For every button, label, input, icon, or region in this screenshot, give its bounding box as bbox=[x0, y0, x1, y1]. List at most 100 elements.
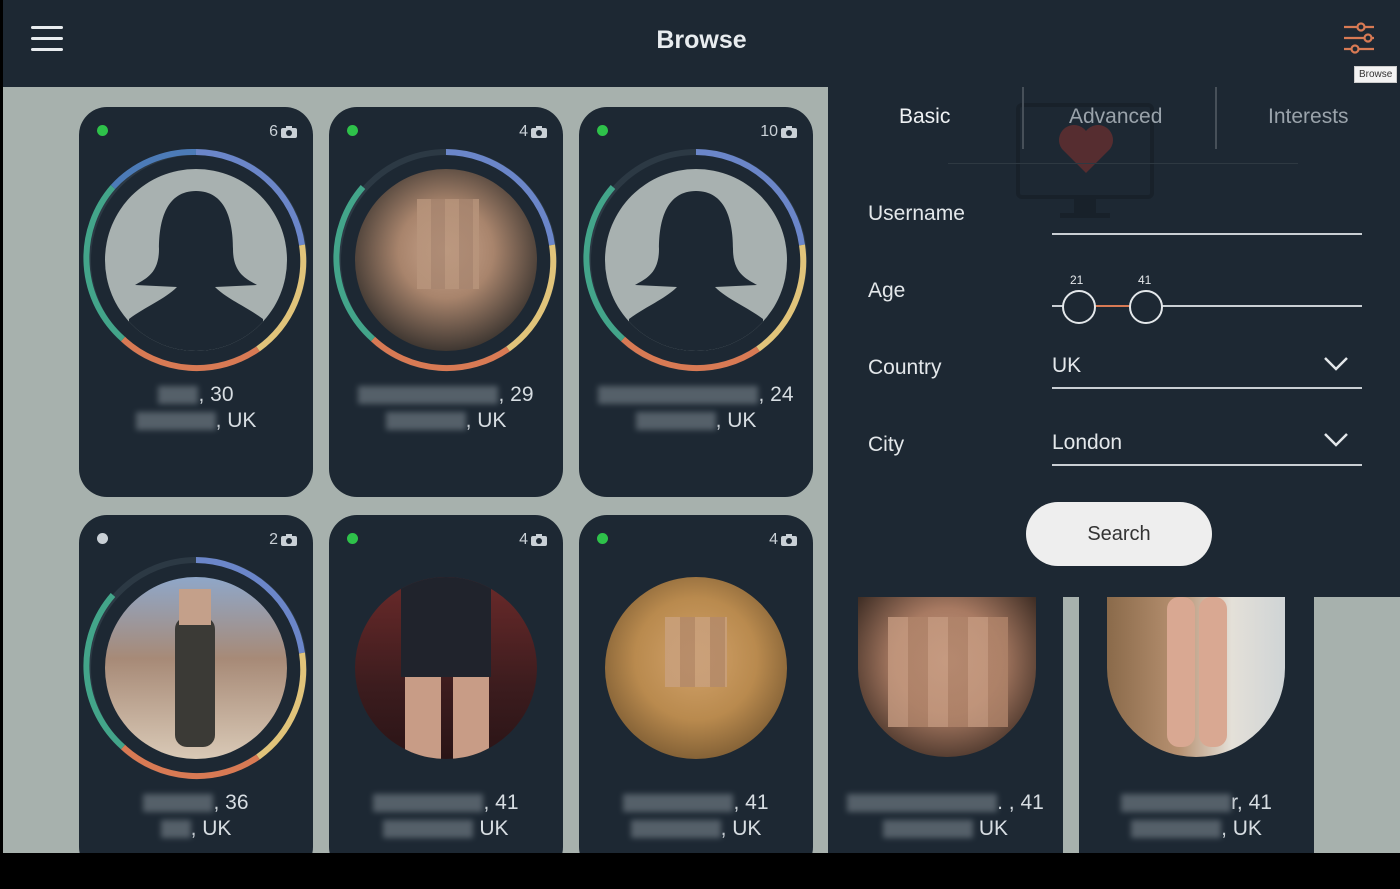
online-status-dot bbox=[97, 125, 108, 136]
age-max-handle[interactable] bbox=[1129, 290, 1163, 324]
profile-age: , 29 bbox=[498, 383, 534, 406]
profile-location: , UK bbox=[79, 817, 313, 841]
chevron-down-icon[interactable] bbox=[1322, 431, 1350, 449]
profile-card[interactable]: . , 41 UK bbox=[828, 597, 1063, 853]
profile-card[interactable]: r, 41 , UK bbox=[1079, 597, 1314, 853]
profile-photo bbox=[355, 577, 537, 759]
profile-country: , UK bbox=[190, 817, 232, 840]
profile-location: , UK bbox=[1079, 817, 1314, 841]
search-button[interactable]: Search bbox=[1026, 502, 1212, 566]
grid-gap bbox=[1063, 597, 1079, 853]
camera-icon bbox=[531, 534, 547, 546]
country-field-underline bbox=[1052, 387, 1362, 389]
profile-name-age: , 30 bbox=[79, 383, 313, 407]
chevron-down-icon[interactable] bbox=[1322, 355, 1350, 373]
profile-location: , UK bbox=[79, 409, 313, 433]
age-label: Age bbox=[868, 279, 906, 302]
profile-location: UK bbox=[828, 817, 1063, 841]
profile-country: , UK bbox=[465, 409, 507, 432]
top-bar: Browse bbox=[3, 0, 1400, 86]
photo-count-value: 4 bbox=[769, 531, 778, 548]
profile-location: UK bbox=[329, 817, 563, 841]
profile-name-age: , 41 bbox=[579, 791, 813, 815]
profile-photo bbox=[105, 577, 287, 759]
profile-grid: 6 , 30 , UK 4 , 29 , UK 10 , 24 , UK 2 ,… bbox=[3, 87, 828, 853]
online-status-dot bbox=[347, 533, 358, 544]
profile-card[interactable]: 4 , 41 UK bbox=[329, 515, 563, 853]
profile-age: r, 41 bbox=[1231, 791, 1272, 814]
tab-divider bbox=[1215, 87, 1217, 149]
city-select[interactable]: London bbox=[1052, 431, 1122, 455]
profile-age: , 36 bbox=[213, 791, 249, 814]
profile-country: , UK bbox=[215, 409, 257, 432]
profile-card[interactable]: 4 , 29 , UK bbox=[329, 107, 563, 497]
filter-sliders-icon[interactable] bbox=[1341, 20, 1377, 56]
profile-age: , 41 bbox=[733, 791, 769, 814]
photo-count-value: 4 bbox=[519, 123, 528, 140]
tab-underline bbox=[948, 163, 1298, 164]
username-label: Username bbox=[868, 202, 965, 225]
profile-photo bbox=[1107, 597, 1285, 757]
age-range-slider[interactable]: 21 41 bbox=[1052, 263, 1362, 324]
age-min-handle[interactable] bbox=[1062, 290, 1096, 324]
photo-count-value: 6 bbox=[269, 123, 278, 140]
profile-photo bbox=[605, 577, 787, 759]
profile-age: , 24 bbox=[758, 383, 794, 406]
profile-name-age: , 36 bbox=[79, 791, 313, 815]
camera-icon bbox=[281, 126, 297, 138]
online-status-dot bbox=[597, 533, 608, 544]
grid-edge bbox=[1314, 597, 1400, 853]
placeholder-avatar-icon bbox=[605, 169, 787, 351]
photo-count: 4 bbox=[769, 531, 797, 549]
tab-basic[interactable]: Basic bbox=[899, 105, 950, 129]
camera-icon bbox=[281, 534, 297, 546]
profile-location: , UK bbox=[579, 817, 813, 841]
age-max-value: 41 bbox=[1138, 273, 1152, 287]
tab-advanced[interactable]: Advanced bbox=[1069, 105, 1162, 129]
filter-tabs: Basic Advanced Interests bbox=[828, 87, 1400, 153]
profile-age: , 30 bbox=[198, 383, 234, 406]
photo-count-value: 2 bbox=[269, 531, 278, 548]
tab-interests[interactable]: Interests bbox=[1268, 105, 1349, 129]
filter-tooltip: Browse bbox=[1354, 66, 1398, 83]
profile-card[interactable]: 4 , 41 , UK bbox=[579, 515, 813, 853]
profile-country: UK bbox=[972, 817, 1008, 840]
country-select[interactable]: UK bbox=[1052, 354, 1081, 378]
profile-name-age: , 24 bbox=[579, 383, 813, 407]
profile-name-age: , 41 bbox=[329, 791, 563, 815]
photo-count-value: 10 bbox=[760, 123, 778, 140]
profile-card[interactable]: 2 , 36 , UK bbox=[79, 515, 313, 853]
online-status-dot bbox=[347, 125, 358, 136]
profile-age: , 41 bbox=[483, 791, 519, 814]
tab-divider bbox=[1022, 87, 1024, 149]
age-min-value: 21 bbox=[1070, 273, 1084, 287]
photo-count: 10 bbox=[760, 123, 797, 141]
country-label: Country bbox=[868, 356, 942, 379]
profile-age: . , 41 bbox=[997, 791, 1044, 814]
profile-name-age: r, 41 bbox=[1079, 791, 1314, 815]
profile-card[interactable]: 10 , 24 , UK bbox=[579, 107, 813, 497]
filter-panel: Basic Advanced Interests Username Age 21… bbox=[828, 87, 1400, 597]
photo-count-value: 4 bbox=[519, 531, 528, 548]
page-title: Browse bbox=[656, 26, 747, 54]
profile-location: , UK bbox=[329, 409, 563, 433]
photo-count: 4 bbox=[519, 123, 547, 141]
camera-icon bbox=[781, 126, 797, 138]
profile-name-age: , 29 bbox=[329, 383, 563, 407]
camera-icon bbox=[531, 126, 547, 138]
camera-icon bbox=[781, 534, 797, 546]
profile-location: , UK bbox=[579, 409, 813, 433]
profile-country: , UK bbox=[1221, 817, 1262, 840]
city-field-underline bbox=[1052, 464, 1362, 466]
profile-photo bbox=[858, 597, 1036, 757]
profile-photo bbox=[355, 169, 537, 351]
placeholder-avatar-icon bbox=[105, 169, 287, 351]
photo-count: 2 bbox=[269, 531, 297, 549]
photo-count: 6 bbox=[269, 123, 297, 141]
photo-count: 4 bbox=[519, 531, 547, 549]
online-status-dot bbox=[597, 125, 608, 136]
app-window: Browse Browse 6 , 30 , UK 4 , 29 , UK 10… bbox=[3, 0, 1400, 853]
username-field-underline bbox=[1052, 233, 1362, 235]
profile-card[interactable]: 6 , 30 , UK bbox=[79, 107, 313, 497]
profile-country: , UK bbox=[715, 409, 757, 432]
